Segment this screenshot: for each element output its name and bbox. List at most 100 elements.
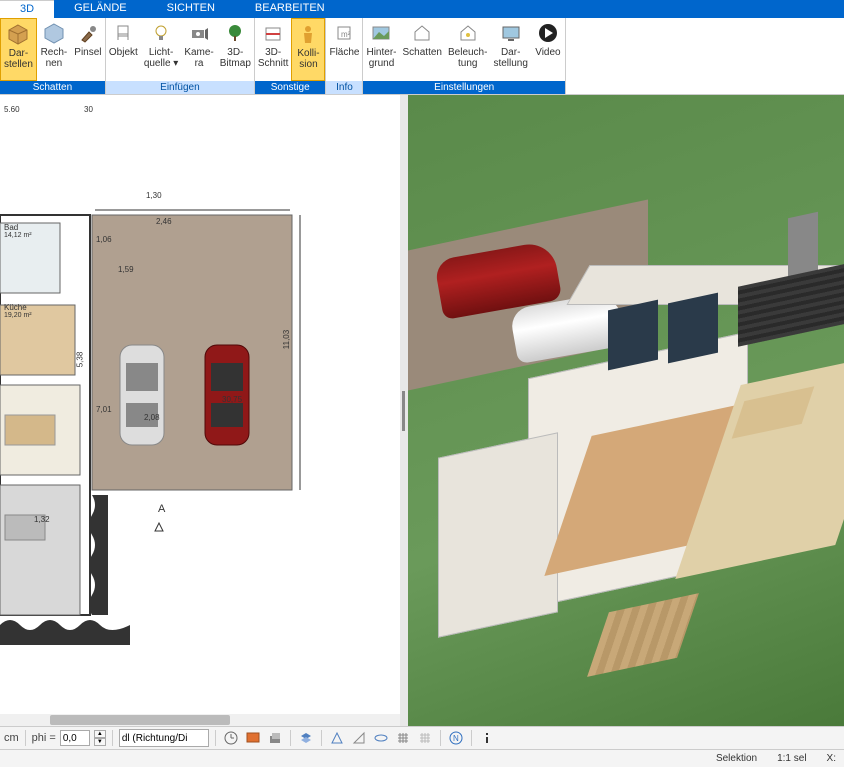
ribbon-group-einstellungen: Hinter- grund Schatten Beleuch- tung Dar…: [363, 18, 565, 94]
snap2-icon[interactable]: [350, 729, 368, 747]
plan-scroll-thumb[interactable]: [50, 715, 230, 725]
section-marker-a: A: [158, 503, 165, 515]
group-label-sonstige: Sonstige: [255, 81, 326, 94]
objekt-label: Objekt: [109, 47, 138, 58]
tree-icon: [222, 20, 248, 46]
tab-gelaende[interactable]: GELÄNDE: [54, 0, 147, 18]
flaeche-label: Fläche: [329, 47, 359, 58]
3d-scene: [408, 95, 844, 726]
status-x: X:: [827, 753, 836, 764]
monitor-icon: [498, 20, 524, 46]
plane-icon[interactable]: [372, 729, 390, 747]
dim-top: 5.60: [4, 105, 20, 114]
3d-schnitt-button[interactable]: 3D- Schnitt: [255, 18, 292, 81]
light-icon: [455, 20, 481, 46]
ribbon-group-schatten: Dar- stellen Rech- nen Pinsel Schatten: [0, 18, 106, 94]
dim-1: 2,46: [156, 217, 172, 226]
bulb-icon: [148, 20, 174, 46]
phi-input[interactable]: [60, 730, 90, 746]
darstellen-label: Dar- stellen: [4, 48, 33, 70]
plan-2d-pane[interactable]: 5.60 30: [0, 95, 400, 726]
group-label-einstellungen: Einstellungen: [363, 81, 564, 94]
screen-icon[interactable]: [244, 729, 262, 747]
hintergrund-button[interactable]: Hinter- grund: [363, 18, 399, 81]
main-area: 5.60 30: [0, 95, 844, 726]
ribbon-group-einfuegen: Objekt Licht- quelle ▾ Kame- ra 3D- Bitm…: [106, 18, 255, 94]
ribbon: Dar- stellen Rech- nen Pinsel Schatten O…: [0, 18, 844, 95]
room-bad: Bad14,12 m²: [4, 223, 32, 239]
3d-bitmap-button[interactable]: 3D- Bitmap: [217, 18, 254, 81]
dim-7: 7,01: [96, 405, 112, 414]
bg-icon: [368, 20, 394, 46]
dim-2: 1,59: [118, 265, 134, 274]
shadow-icon: [409, 20, 435, 46]
dim-5: 5,38: [75, 352, 84, 368]
beleuchtung-button[interactable]: Beleuch- tung: [445, 18, 490, 81]
snap-icon[interactable]: [328, 729, 346, 747]
rechnen-button[interactable]: Rech- nen: [37, 18, 71, 81]
chair-icon: [110, 20, 136, 46]
area-icon: m²: [331, 20, 357, 46]
video-label: Video: [535, 47, 560, 58]
lichtquelle-button[interactable]: Licht- quelle ▾: [141, 18, 182, 81]
plan-hscroll[interactable]: [0, 714, 400, 726]
phi-spinner[interactable]: ▲▼: [94, 730, 106, 746]
kollision-label: Kolli- sion: [297, 48, 319, 70]
north-icon[interactable]: N: [447, 729, 465, 747]
schatten-set-button[interactable]: Schatten: [400, 18, 445, 81]
brush-icon: [75, 20, 101, 46]
tab-bar: 3D GELÄNDE SICHTEN BEARBEITEN: [0, 0, 844, 18]
stack-icon[interactable]: [297, 729, 315, 747]
dim-8: 30,75: [222, 395, 242, 404]
lichtquelle-label: Licht- quelle ▾: [144, 47, 179, 69]
flaeche-button[interactable]: m² Fläche: [326, 18, 362, 81]
beleuchtung-label: Beleuch- tung: [448, 47, 487, 69]
phi-label: phi =: [32, 732, 56, 744]
schatten-set-label: Schatten: [403, 47, 442, 58]
group-label-einfuegen: Einfügen: [106, 81, 254, 94]
grid1-icon[interactable]: [394, 729, 412, 747]
pinsel-button[interactable]: Pinsel: [71, 18, 105, 81]
unit-label: cm: [4, 732, 19, 744]
rechnen-label: Rech- nen: [41, 47, 68, 69]
layers-icon[interactable]: [266, 729, 284, 747]
darstellung-button[interactable]: Dar- stellung: [490, 18, 530, 81]
floorplan-svg: [0, 135, 390, 695]
pane-splitter[interactable]: [400, 95, 408, 726]
info-icon[interactable]: [478, 729, 496, 747]
video-button[interactable]: Video: [531, 18, 565, 81]
play-icon: [535, 20, 561, 46]
dim-3: 11,03: [282, 330, 291, 349]
tab-3d[interactable]: 3D: [0, 0, 54, 18]
status-bar: Selektion 1:1 sel X:: [0, 749, 844, 767]
dim-6: 2,08: [144, 413, 160, 422]
objekt-button[interactable]: Objekt: [106, 18, 141, 81]
kamera-button[interactable]: Kame- ra: [181, 18, 216, 81]
tab-sichten[interactable]: SICHTEN: [147, 0, 235, 18]
3d-schnitt-label: 3D- Schnitt: [258, 47, 289, 69]
direction-dropdown[interactable]: dl (Richtung/Di: [119, 729, 209, 747]
room-kueche: Küche19,20 m²: [4, 303, 32, 319]
camera-icon: [186, 20, 212, 46]
darstellung-label: Dar- stellung: [493, 47, 527, 69]
darstellen-button[interactable]: Dar- stellen: [0, 18, 37, 81]
hintergrund-label: Hinter- grund: [366, 47, 396, 69]
svg-text:m²: m²: [341, 30, 351, 39]
3d-bitmap-label: 3D- Bitmap: [220, 47, 251, 69]
dim-9: 1,32: [34, 515, 50, 524]
kollision-button[interactable]: Kolli- sion: [291, 18, 325, 81]
dim-top2: 30: [84, 105, 93, 114]
status-selektion: Selektion: [716, 753, 757, 764]
group-label-schatten: Schatten: [0, 81, 105, 94]
clock-icon[interactable]: [222, 729, 240, 747]
section-icon: [260, 20, 286, 46]
svg-text:N: N: [453, 734, 459, 743]
ribbon-group-info: m² Fläche Info: [326, 18, 363, 94]
status-ratio: 1:1 sel: [777, 753, 806, 764]
tab-bearbeiten[interactable]: BEARBEITEN: [235, 0, 345, 18]
view-3d-pane[interactable]: [408, 95, 844, 726]
dim-0: 1,30: [146, 191, 162, 200]
cube-icon: [5, 21, 31, 47]
grid2-icon[interactable]: [416, 729, 434, 747]
group-label-info: Info: [326, 81, 362, 94]
